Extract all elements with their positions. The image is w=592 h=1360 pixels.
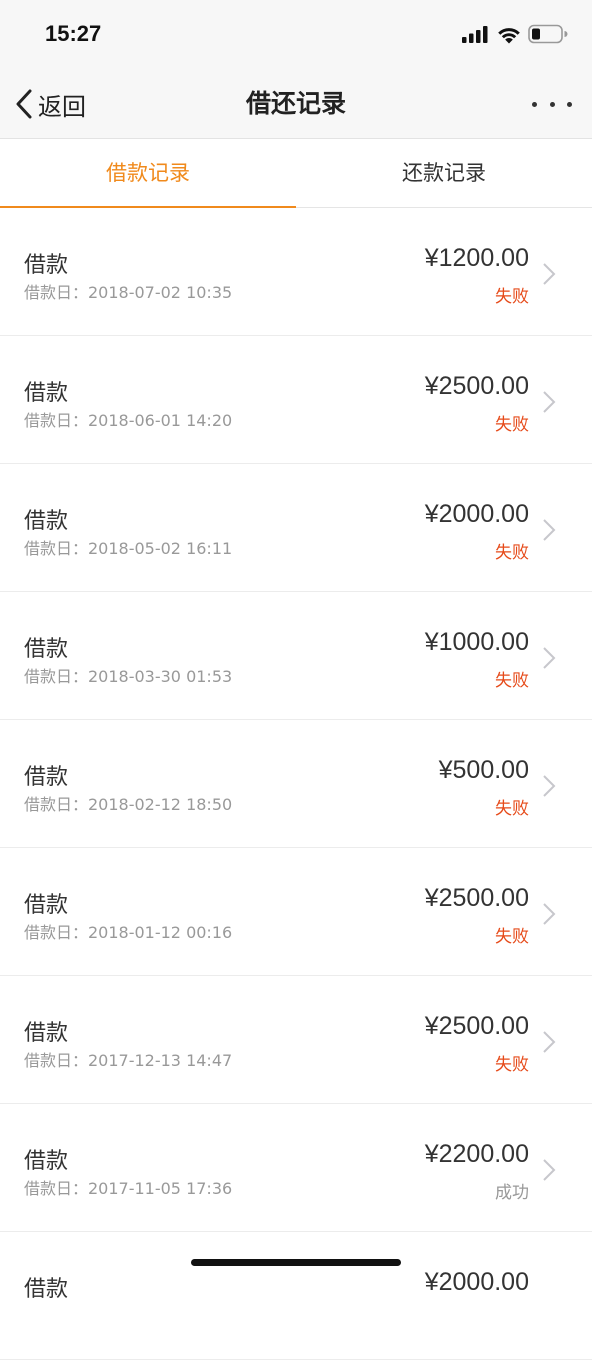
nav-bar: 返回 借还记录	[0, 70, 592, 139]
record-date: 借款日：2018-05-02 16:11	[24, 539, 233, 558]
record-amount: ¥1000.00	[424, 628, 529, 656]
record-title: 借款	[24, 765, 69, 790]
record-amount: ¥1200.00	[424, 244, 529, 272]
chevron-right-icon	[543, 263, 556, 285]
tab-loan-records[interactable]: 借款记录	[0, 139, 296, 208]
more-dot	[549, 101, 555, 107]
chevron-right-icon	[543, 1031, 556, 1053]
record-status: 失败	[495, 1055, 529, 1075]
home-indicator	[191, 1259, 401, 1266]
record-title: 借款	[24, 509, 69, 534]
list-item[interactable]: 借款 借款日：2018-02-12 18:50 ¥500.00 失败	[0, 720, 592, 848]
record-date: 借款日：2018-02-12 18:50	[24, 795, 233, 814]
tab-bar: 借款记录 还款记录	[0, 139, 592, 208]
chevron-right-icon	[543, 903, 556, 925]
record-status: 失败	[495, 671, 529, 691]
record-status: 成功	[495, 1183, 529, 1203]
record-title: 借款	[24, 253, 69, 278]
record-amount: ¥2200.00	[424, 1140, 529, 1168]
list-item[interactable]: 借款 借款日：2018-06-01 14:20 ¥2500.00 失败	[0, 336, 592, 464]
record-status: 失败	[495, 415, 529, 435]
record-amount: ¥2500.00	[424, 884, 529, 912]
list-item[interactable]: 借款 借款日：2018-03-30 01:53 ¥1000.00 失败	[0, 592, 592, 720]
more-dot	[567, 101, 572, 107]
more-icon[interactable]	[532, 94, 572, 114]
list-item[interactable]: 借款 借款日：2017-11-05 17:36 ¥2200.00 成功	[0, 1104, 592, 1232]
record-title: 借款	[24, 1149, 69, 1174]
record-title: 借款	[24, 637, 69, 662]
record-amount: ¥2000.00	[424, 1268, 529, 1296]
record-date: 借款日：2017-11-05 17:36	[24, 1179, 233, 1198]
record-title: 借款	[24, 1277, 69, 1302]
chevron-left-icon	[16, 89, 32, 119]
back-button[interactable]: 返回	[14, 84, 86, 124]
chevron-right-icon	[543, 1159, 556, 1181]
record-date: 借款日：2018-01-12 00:16	[24, 923, 233, 942]
more-dot	[532, 101, 537, 107]
record-amount: ¥2000.00	[424, 500, 529, 528]
status-bar: 15:27	[0, 0, 592, 70]
record-amount: ¥2500.00	[424, 372, 529, 400]
record-amount: ¥2500.00	[424, 1012, 529, 1040]
list-item[interactable]: 借款 借款日：2018-01-12 00:16 ¥2500.00 失败	[0, 848, 592, 976]
tab-repayment-records[interactable]: 还款记录	[296, 139, 592, 207]
record-title: 借款	[24, 381, 69, 406]
record-title: 借款	[24, 893, 69, 918]
page-title: 借还记录	[245, 89, 346, 118]
record-date: 借款日：2017-12-13 14:47	[24, 1051, 233, 1070]
chevron-right-icon	[543, 391, 556, 413]
list-item[interactable]: 借款 ¥2000.00	[0, 1232, 592, 1360]
list-item[interactable]: 借款 借款日：2017-12-13 14:47 ¥2500.00 失败	[0, 976, 592, 1104]
wifi-icon	[498, 27, 520, 43]
back-label: 返回	[38, 92, 86, 121]
list-item[interactable]: 借款 借款日：2018-05-02 16:11 ¥2000.00 失败	[0, 464, 592, 592]
chevron-right-icon	[543, 647, 556, 669]
battery-icon	[528, 24, 568, 44]
record-date: 借款日：2018-07-02 10:35	[24, 283, 233, 302]
status-icons	[462, 24, 568, 44]
status-time: 15:27	[45, 21, 102, 46]
chevron-right-icon	[543, 775, 556, 797]
record-amount: ¥500.00	[438, 756, 529, 784]
tab-label: 借款记录	[106, 161, 190, 185]
record-status: 失败	[495, 287, 529, 307]
signal-icon	[462, 26, 488, 43]
record-status: 失败	[495, 927, 529, 947]
list-item[interactable]: 借款 借款日：2018-07-02 10:35 ¥1200.00 失败	[0, 208, 592, 336]
record-title: 借款	[24, 1021, 69, 1046]
chevron-right-icon	[543, 519, 556, 541]
record-status: 失败	[495, 543, 529, 563]
record-date: 借款日：2018-03-30 01:53	[24, 667, 233, 686]
record-status: 失败	[495, 799, 529, 819]
record-list: 借款 借款日：2018-07-02 10:35 ¥1200.00 失败 借款 借…	[0, 208, 592, 1360]
tab-label: 还款记录	[402, 161, 486, 185]
record-date: 借款日：2018-06-01 14:20	[24, 411, 233, 430]
